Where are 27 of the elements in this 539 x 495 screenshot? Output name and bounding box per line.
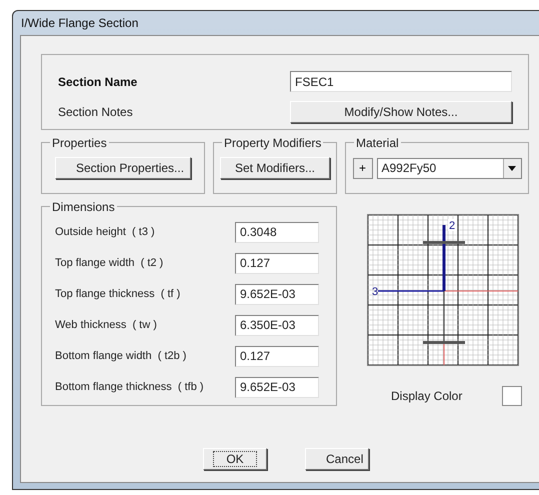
display-color-label: Display Color (391, 388, 462, 405)
input-field[interactable]: 6.350E-03 (235, 314, 319, 336)
dimension-label: Bottom flange thickness ( tfb ) (55, 380, 205, 395)
dropdown-arrow-icon (508, 166, 516, 170)
color-swatch[interactable] (502, 386, 522, 406)
dialog-button[interactable]: Set Modifiers... (220, 157, 330, 179)
input-field[interactable]: FSEC1 (290, 71, 512, 92)
dialog-button[interactable]: Modify/Show Notes... (290, 101, 512, 123)
dialog-button[interactable]: Section Properties... (55, 157, 191, 179)
input-field[interactable]: 9.652E-03 (235, 376, 319, 398)
dimension-label: Top flange thickness ( tf ) (55, 286, 182, 302)
dialog-button[interactable]: Cancel (305, 448, 369, 470)
dimension-label: Web thickness ( tw ) (55, 318, 158, 333)
field-label: Section Name (58, 74, 138, 90)
ok-button[interactable]: OK (203, 448, 267, 470)
section-preview-drawing: 2 3 (368, 215, 518, 365)
dimension-label: Outside height ( t3 ) (55, 224, 156, 240)
input-field[interactable]: 0.3048 (235, 222, 319, 242)
dimension-label: Bottom flange width ( t2b ) (55, 348, 188, 364)
input-field[interactable]: 0.127 (235, 346, 319, 366)
dimension-label: Top flange width ( t2 ) (55, 256, 164, 271)
window-title: I/Wide Flange Section (21, 15, 138, 32)
add-button[interactable]: + (352, 158, 372, 178)
input-field[interactable]: 9.652E-03 (235, 284, 319, 304)
field-label: Section Notes (58, 104, 133, 121)
material-dropdown[interactable]: A992Fy50 (376, 158, 522, 178)
input-field[interactable]: 0.127 (235, 252, 319, 274)
